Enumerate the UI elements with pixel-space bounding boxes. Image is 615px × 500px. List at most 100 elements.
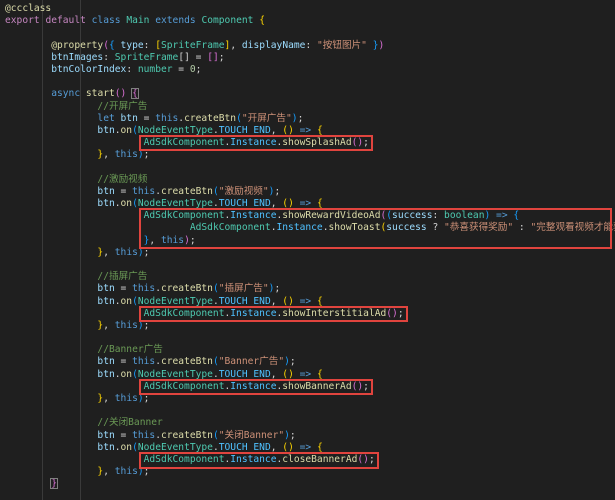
code-token: () xyxy=(282,441,294,453)
code-line[interactable] xyxy=(5,27,615,39)
code-comment: //Banner广告 xyxy=(97,344,163,356)
code-token: default xyxy=(45,15,86,27)
code-line[interactable]: @ccclass xyxy=(5,3,615,15)
code-line[interactable]: btn = this.createBtn("关闭Banner"); xyxy=(5,430,615,442)
code-token: [] = xyxy=(178,51,208,63)
highlight-close-banner-ad xyxy=(138,452,379,469)
code-line[interactable]: btn = this.createBtn("插屏广告"); xyxy=(5,283,615,295)
code-token: : xyxy=(103,51,115,63)
code-token: = xyxy=(172,63,190,75)
code-line[interactable]: @property({ type: [SpriteFrame], display… xyxy=(5,40,615,52)
code-token: number xyxy=(137,63,173,75)
code-token: , xyxy=(270,198,283,209)
code-token: export xyxy=(5,15,40,27)
matching-brace-highlight xyxy=(131,88,139,100)
code-token: { xyxy=(316,368,323,380)
code-token: "激励视频" xyxy=(218,185,269,197)
code-token: NodeEventType xyxy=(137,198,213,209)
code-token: "开屏广告" xyxy=(241,112,292,124)
code-token: { xyxy=(316,441,323,453)
code-token: = xyxy=(137,112,156,124)
code-token: ; xyxy=(297,112,304,124)
code-token: "Banner广告" xyxy=(218,356,285,368)
code-token: , xyxy=(230,39,242,51)
code-token: SpriteFrame xyxy=(114,51,179,63)
code-token: "按钮图片" xyxy=(317,39,367,51)
highlight-show-interstitial-ad xyxy=(138,306,408,323)
code-line[interactable]: export default class Main extends Compon… xyxy=(5,15,615,27)
code-token: btn xyxy=(97,429,115,441)
code-token: NodeEventType xyxy=(137,368,213,380)
code-token: start xyxy=(85,88,115,100)
code-token: => xyxy=(299,295,312,307)
code-token: = xyxy=(114,356,133,368)
code-editor[interactable]: @ccclass export default class Main extend… xyxy=(0,0,615,500)
code-token: createBtn xyxy=(160,185,213,197)
code-token: class xyxy=(91,15,121,27)
code-token: ; xyxy=(289,356,296,368)
code-line[interactable]: btn = this.createBtn("Banner广告"); xyxy=(5,356,615,368)
code-token: , xyxy=(270,295,283,307)
code-line[interactable] xyxy=(5,76,615,88)
code-line[interactable]: //Banner广告 xyxy=(5,344,615,356)
code-line[interactable]: btnColorIndex: number = 0; xyxy=(5,64,615,76)
code-token: this xyxy=(132,283,156,295)
code-line[interactable]: //插屏广告 xyxy=(5,271,615,283)
code-token: on xyxy=(120,198,133,209)
code-line[interactable] xyxy=(5,259,615,271)
code-line[interactable]: btn = this.createBtn("激励视频"); xyxy=(5,186,615,198)
code-line[interactable]: //关闭Banner xyxy=(5,417,615,429)
highlight-show-banner-ad xyxy=(138,379,373,396)
code-token: ; xyxy=(289,429,296,441)
code-token: createBtn xyxy=(160,356,213,368)
code-token: let xyxy=(97,112,115,124)
code-token: this xyxy=(114,466,138,478)
code-token: SpriteFrame xyxy=(161,39,225,51)
code-line[interactable]: let btn = this.createBtn("开屏广告"); xyxy=(5,113,615,125)
code-token: , xyxy=(270,441,283,453)
code-token: this xyxy=(155,112,179,124)
code-line[interactable]: async start() { xyxy=(5,88,615,100)
code-token: this xyxy=(114,393,138,404)
code-token: btn xyxy=(97,185,115,197)
code-line[interactable]: btnImages: SpriteFrame[] = []; xyxy=(5,52,615,64)
code-token: [] xyxy=(207,51,219,63)
code-line[interactable]: //激励视频 xyxy=(5,174,615,186)
code-token: , xyxy=(103,466,115,478)
code-line[interactable]: } xyxy=(5,478,615,490)
code-token: btn xyxy=(97,198,115,209)
code-token: btn xyxy=(97,441,115,453)
code-line[interactable] xyxy=(5,332,615,344)
code-token: NodeEventType xyxy=(137,441,213,453)
code-token: createBtn xyxy=(160,429,213,441)
code-token: { xyxy=(316,295,323,307)
code-token: : xyxy=(143,39,156,51)
code-comment: //开屏广告 xyxy=(97,100,148,112)
code-token: type xyxy=(120,39,144,51)
code-token: this xyxy=(132,356,156,368)
code-line[interactable] xyxy=(5,161,615,173)
code-token: => xyxy=(299,441,312,453)
highlight-show-reward-video-ad xyxy=(138,208,612,249)
code-token: { xyxy=(259,15,265,27)
code-token: this xyxy=(114,149,138,161)
code-token: btn xyxy=(120,112,138,124)
code-line[interactable]: //开屏广告 xyxy=(5,101,615,113)
code-line[interactable] xyxy=(5,405,615,417)
code-token: , xyxy=(103,319,115,331)
